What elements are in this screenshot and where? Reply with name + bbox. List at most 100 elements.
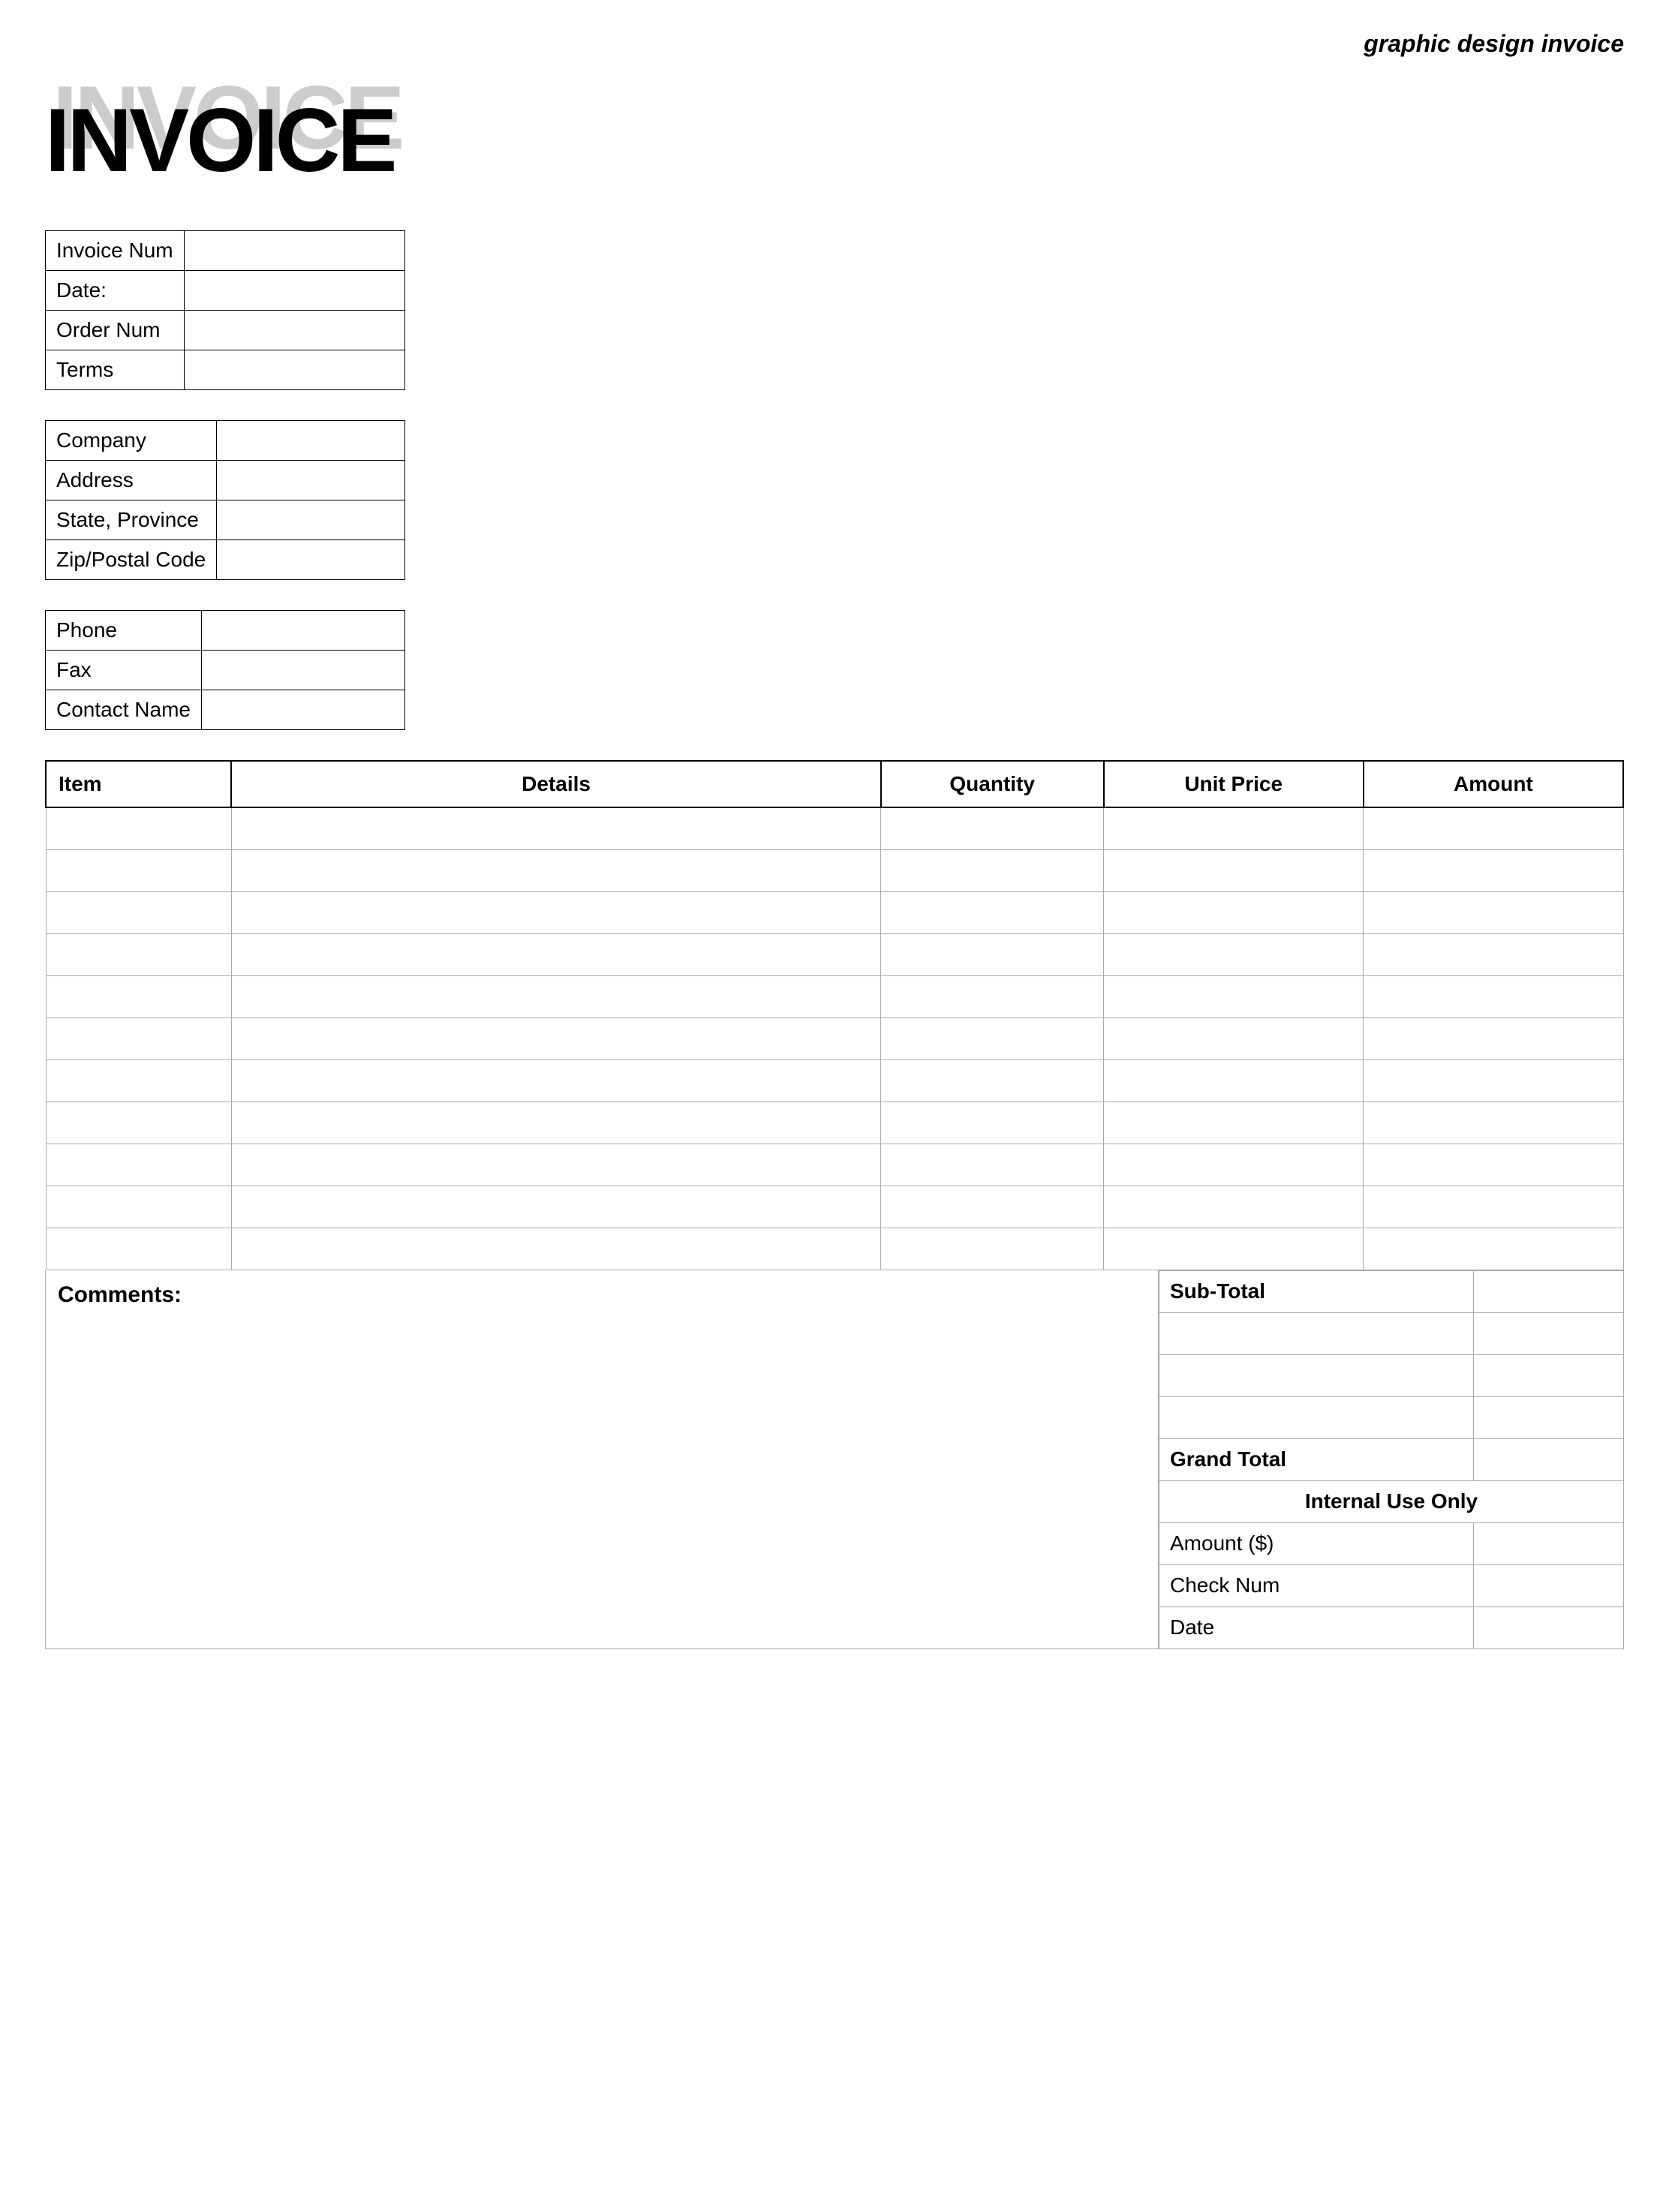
row-1-cell-0[interactable] (46, 849, 231, 891)
table-row (46, 807, 1623, 849)
invoice-num-value[interactable] (184, 231, 404, 271)
zip-postal-label: Zip/Postal Code (46, 540, 217, 580)
row-0-cell-1[interactable] (231, 807, 881, 849)
row-9-cell-1[interactable] (231, 1186, 881, 1228)
table-row (46, 1101, 1623, 1144)
totals-extra-value-1[interactable] (1474, 1312, 1624, 1354)
row-2-cell-3[interactable] (1104, 891, 1364, 933)
row-0-cell-4[interactable] (1364, 807, 1623, 849)
row-8-cell-2[interactable] (881, 1144, 1104, 1186)
row-1-cell-2[interactable] (881, 849, 1104, 891)
row-4-cell-2[interactable] (881, 975, 1104, 1017)
row-7-cell-3[interactable] (1104, 1101, 1364, 1144)
totals-extra-value-3[interactable] (1474, 1396, 1624, 1438)
row-9-cell-2[interactable] (881, 1186, 1104, 1228)
row-9-cell-0[interactable] (46, 1186, 231, 1228)
row-3-cell-1[interactable] (231, 933, 881, 975)
row-5-cell-3[interactable] (1104, 1017, 1364, 1059)
row-4-cell-0[interactable] (46, 975, 231, 1017)
terms-value[interactable] (184, 350, 404, 390)
internal-date-value[interactable] (1474, 1606, 1624, 1648)
row-8-cell-4[interactable] (1364, 1144, 1623, 1186)
row-5-cell-2[interactable] (881, 1017, 1104, 1059)
row-9-cell-3[interactable] (1104, 1186, 1364, 1228)
row-4-cell-1[interactable] (231, 975, 881, 1017)
fax-value[interactable] (201, 651, 404, 690)
col-header-item: Item (46, 761, 231, 807)
state-province-row: State, Province (46, 500, 405, 540)
table-row (46, 849, 1623, 891)
row-10-cell-1[interactable] (231, 1228, 881, 1270)
row-7-cell-4[interactable] (1364, 1101, 1623, 1144)
grand-total-value[interactable] (1474, 1438, 1624, 1480)
row-5-cell-4[interactable] (1364, 1017, 1623, 1059)
order-num-row: Order Num (46, 311, 405, 350)
row-5-cell-1[interactable] (231, 1017, 881, 1059)
row-6-cell-1[interactable] (231, 1059, 881, 1101)
date-value[interactable] (184, 271, 404, 311)
grand-total-label: Grand Total (1159, 1438, 1474, 1480)
items-header-row: Item Details Quantity Unit Price Amount (46, 761, 1623, 807)
row-6-cell-0[interactable] (46, 1059, 231, 1101)
contact-name-value[interactable] (201, 690, 404, 730)
row-5-cell-0[interactable] (46, 1017, 231, 1059)
row-10-cell-4[interactable] (1364, 1228, 1623, 1270)
row-10-cell-2[interactable] (881, 1228, 1104, 1270)
row-8-cell-3[interactable] (1104, 1144, 1364, 1186)
row-10-cell-0[interactable] (46, 1228, 231, 1270)
row-4-cell-4[interactable] (1364, 975, 1623, 1017)
row-2-cell-2[interactable] (881, 891, 1104, 933)
row-3-cell-3[interactable] (1104, 933, 1364, 975)
company-info-table: Company Address State, Province Zip/Post… (45, 420, 405, 580)
contact-info-table: Phone Fax Contact Name (45, 610, 405, 730)
grand-total-row: Grand Total (1159, 1438, 1624, 1480)
totals-table: Sub-Total (1159, 1270, 1624, 1649)
row-0-cell-0[interactable] (46, 807, 231, 849)
address-label: Address (46, 461, 217, 500)
row-7-cell-2[interactable] (881, 1101, 1104, 1144)
order-num-value[interactable] (184, 311, 404, 350)
zip-postal-value[interactable] (217, 540, 405, 580)
row-1-cell-3[interactable] (1104, 849, 1364, 891)
col-header-details: Details (231, 761, 881, 807)
row-3-cell-4[interactable] (1364, 933, 1623, 975)
row-8-cell-1[interactable] (231, 1144, 881, 1186)
row-1-cell-1[interactable] (231, 849, 881, 891)
row-4-cell-3[interactable] (1104, 975, 1364, 1017)
row-0-cell-3[interactable] (1104, 807, 1364, 849)
col-header-quantity: Quantity (881, 761, 1104, 807)
row-7-cell-0[interactable] (46, 1101, 231, 1144)
invoice-main-title: INVOICE (45, 95, 394, 185)
row-2-cell-1[interactable] (231, 891, 881, 933)
row-3-cell-0[interactable] (46, 933, 231, 975)
totals-extra-value-2[interactable] (1474, 1354, 1624, 1396)
date-row: Date: (46, 271, 405, 311)
terms-row: Terms (46, 350, 405, 390)
internal-use-label: Internal Use Only (1159, 1480, 1624, 1522)
subtotal-value[interactable] (1474, 1270, 1624, 1312)
row-8-cell-0[interactable] (46, 1144, 231, 1186)
zip-postal-row: Zip/Postal Code (46, 540, 405, 580)
check-num-value[interactable] (1474, 1564, 1624, 1606)
row-9-cell-4[interactable] (1364, 1186, 1623, 1228)
row-6-cell-3[interactable] (1104, 1059, 1364, 1101)
row-2-cell-0[interactable] (46, 891, 231, 933)
row-0-cell-2[interactable] (881, 807, 1104, 849)
row-6-cell-2[interactable] (881, 1059, 1104, 1101)
company-value[interactable] (217, 421, 405, 461)
invoice-info-section: Invoice Num Date: Order Num Terms (45, 230, 1624, 390)
state-province-value[interactable] (217, 500, 405, 540)
amount-dollar-value[interactable] (1474, 1522, 1624, 1564)
row-3-cell-2[interactable] (881, 933, 1104, 975)
row-2-cell-4[interactable] (1364, 891, 1623, 933)
row-10-cell-3[interactable] (1104, 1228, 1364, 1270)
table-row (46, 975, 1623, 1017)
address-value[interactable] (217, 461, 405, 500)
row-1-cell-4[interactable] (1364, 849, 1623, 891)
internal-use-header-row: Internal Use Only (1159, 1480, 1624, 1522)
table-row (46, 891, 1623, 933)
row-6-cell-4[interactable] (1364, 1059, 1623, 1101)
row-7-cell-1[interactable] (231, 1101, 881, 1144)
phone-value[interactable] (201, 611, 404, 651)
table-row (46, 1144, 1623, 1186)
